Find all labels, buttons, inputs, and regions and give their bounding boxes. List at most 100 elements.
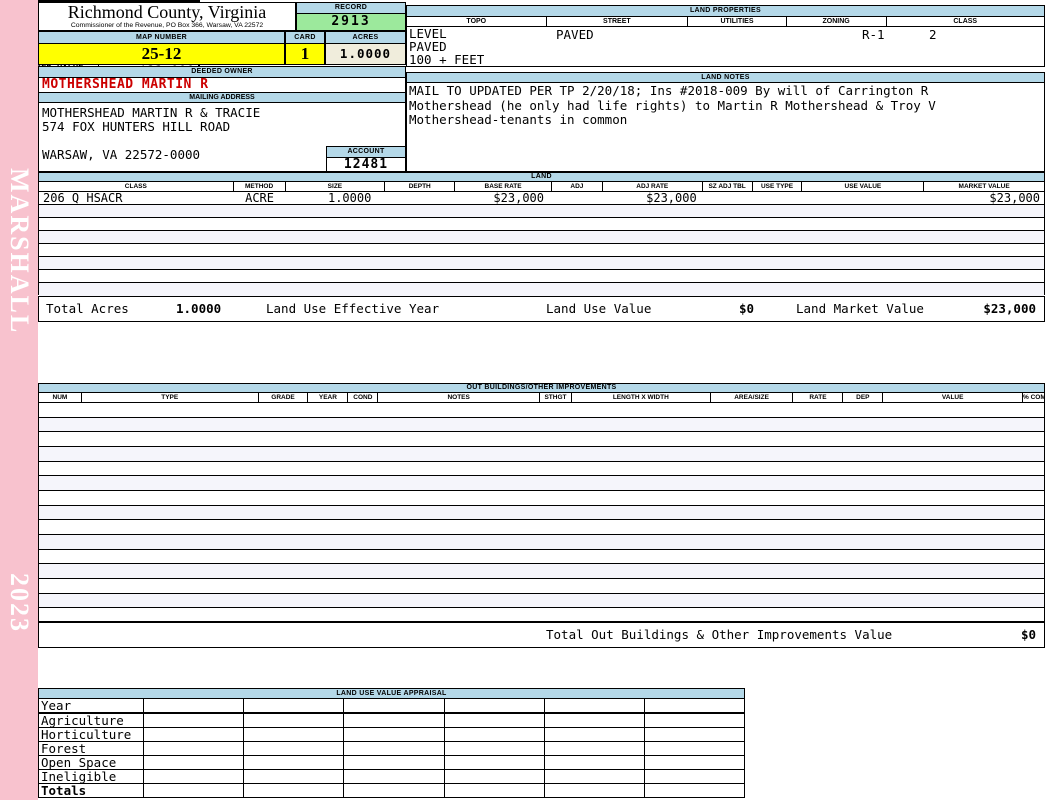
land-cell bbox=[802, 218, 924, 230]
street-value: PAVED bbox=[556, 27, 594, 42]
ob-empty-row bbox=[39, 505, 1044, 521]
land-cell bbox=[802, 192, 924, 204]
land-cell bbox=[385, 283, 455, 296]
ob-empty-row bbox=[39, 417, 1044, 433]
land-cell bbox=[753, 270, 803, 282]
land-cell bbox=[234, 218, 286, 230]
land-use-row-label: Year bbox=[39, 699, 144, 712]
land-market-value-label: Land Market Value bbox=[796, 301, 924, 316]
land-cell bbox=[455, 257, 552, 269]
land-col-adj-rate: ADJ RATE bbox=[603, 182, 703, 191]
land-use-cell bbox=[244, 784, 345, 797]
ob-col-value: VALUE bbox=[883, 393, 1024, 402]
land-use-cell bbox=[445, 770, 545, 783]
card-value: 1 bbox=[286, 44, 324, 64]
county-header: Richmond County, Virginia Commissioner o… bbox=[38, 2, 296, 31]
land-use-cell bbox=[244, 699, 345, 712]
class-value: 2 bbox=[929, 27, 937, 42]
land-use-row-label: Ineligible bbox=[39, 770, 144, 783]
land-table-columns: CLASS METHOD SIZE DEPTH BASE RATE ADJ ADJ RATE… bbox=[39, 182, 1044, 192]
land-cell bbox=[455, 205, 552, 217]
land-use-cell bbox=[144, 714, 245, 727]
land-use-cell bbox=[244, 728, 345, 741]
land-use-row-label: Agriculture bbox=[39, 714, 144, 727]
land-cell bbox=[385, 257, 455, 269]
land-use-cell bbox=[344, 770, 445, 783]
land-use-cell bbox=[445, 742, 545, 755]
land-use-row-label: Forest bbox=[39, 742, 144, 755]
land-cell bbox=[286, 231, 386, 243]
land-use-effective-year-label: Land Use Effective Year bbox=[266, 301, 440, 316]
land-cell bbox=[385, 244, 455, 256]
land-empty-row bbox=[39, 283, 1044, 296]
ob-col-area-size: AREA/SIZE bbox=[711, 393, 794, 402]
land-use-cell bbox=[645, 742, 744, 755]
ob-col-notes: NOTES bbox=[378, 393, 540, 402]
land-cell bbox=[39, 244, 234, 256]
land-cell bbox=[552, 244, 603, 256]
land-use-cell bbox=[645, 714, 744, 727]
land-use-cell bbox=[545, 728, 645, 741]
ob-col-sthgt: STHGT bbox=[540, 393, 572, 402]
land-cell bbox=[703, 231, 753, 243]
land-use-appraisal-table: LAND USE VALUE APPRAISAL Year Agriculture… bbox=[38, 688, 745, 798]
land-use-cell bbox=[144, 742, 245, 755]
land-use-cell bbox=[445, 756, 545, 769]
land-use-row-year: Year bbox=[39, 699, 744, 714]
zoning-value: R-1 bbox=[862, 27, 885, 42]
land-use-row-agriculture: Agriculture bbox=[39, 714, 744, 728]
land-use-appraisal-rows: Year Agriculture Horticulture Forest Open Sp… bbox=[39, 699, 744, 797]
ob-col-dep: DEP bbox=[843, 393, 884, 402]
land-cell bbox=[286, 244, 386, 256]
land-cell bbox=[703, 257, 753, 269]
land-cell bbox=[234, 257, 286, 269]
land-use-cell bbox=[545, 756, 645, 769]
land-col-method: METHOD bbox=[234, 182, 286, 191]
land-use-cell bbox=[445, 714, 545, 727]
county-subtitle: Commissioner of the Revenue, PO Box 366,… bbox=[70, 22, 264, 29]
land-use-row-label: Totals bbox=[39, 784, 144, 797]
land-cell bbox=[802, 205, 924, 217]
total-acres-label: Total Acres bbox=[46, 301, 129, 316]
property-record-card: MARSHALL 2023 Richmond County, Virginia … bbox=[0, 0, 1050, 800]
land-cell bbox=[802, 257, 924, 269]
land-cell bbox=[552, 257, 603, 269]
land-cell bbox=[234, 205, 286, 217]
land-use-row-totals: Totals bbox=[39, 784, 744, 797]
land-cell bbox=[603, 283, 703, 296]
land-cell bbox=[703, 192, 753, 204]
land-cell bbox=[385, 192, 455, 204]
out-buildings-total-value: $0 bbox=[1020, 627, 1036, 642]
land-col-size: SIZE bbox=[286, 182, 386, 191]
land-cell bbox=[39, 270, 234, 282]
land-cell bbox=[753, 244, 803, 256]
land-use-cell bbox=[144, 770, 245, 783]
land-notes-text: MAIL TO UPDATED PER TP 2/20/18; Ins #201… bbox=[409, 83, 936, 127]
land-use-cell bbox=[144, 728, 245, 741]
county-title: Richmond County, Virginia bbox=[67, 2, 267, 22]
land-col-base-rate: BASE RATE bbox=[455, 182, 552, 191]
card-box: CARD 1 bbox=[285, 31, 325, 65]
banner-year: 2023 bbox=[5, 573, 34, 633]
land-use-cell bbox=[545, 699, 645, 712]
land-cell bbox=[286, 218, 386, 230]
card-label: CARD bbox=[286, 32, 324, 44]
land-use-cell bbox=[344, 756, 445, 769]
land-cell bbox=[924, 244, 1044, 256]
owner-box: DEEDED OWNER MOTHERSHEAD MARTIN R MAILIN… bbox=[38, 66, 406, 172]
land-cell bbox=[924, 270, 1044, 282]
account-box: ACCOUNT 12481 bbox=[326, 146, 406, 172]
land-cell bbox=[39, 283, 234, 296]
land-cell bbox=[286, 283, 386, 296]
out-buildings-total-label: Total Out Buildings & Other Improvements… bbox=[546, 627, 893, 642]
ob-empty-row bbox=[39, 564, 1044, 580]
land-cell bbox=[924, 218, 1044, 230]
land-use-cell bbox=[645, 699, 744, 712]
land-cell bbox=[703, 270, 753, 282]
map-number-value: 25-12 bbox=[39, 44, 284, 64]
total-acres-value: 1.0000 bbox=[176, 301, 222, 316]
land-table-title: LAND bbox=[39, 173, 1044, 182]
account-value: 12481 bbox=[343, 157, 389, 172]
left-banner: MARSHALL 2023 bbox=[0, 0, 38, 800]
land-use-cell bbox=[344, 699, 445, 712]
